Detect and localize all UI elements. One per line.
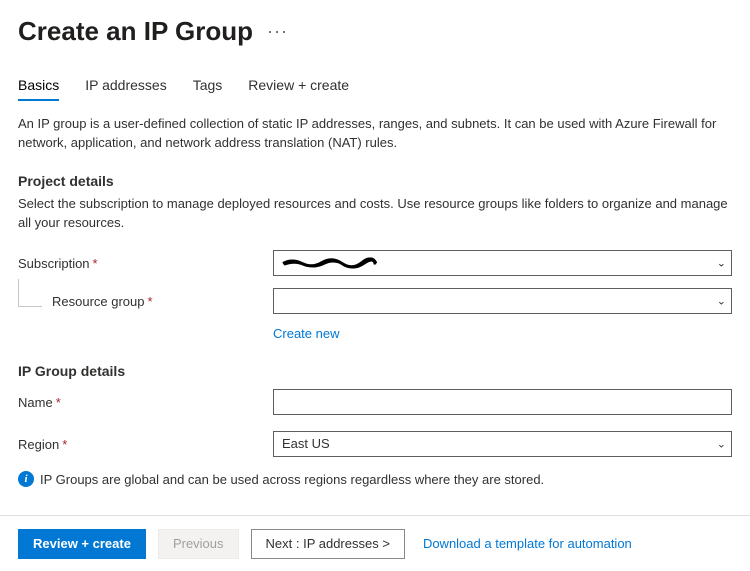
redacted-subscription-value — [282, 258, 377, 269]
subscription-label: Subscription* — [18, 256, 273, 271]
region-row: Region* East US ⌄ — [18, 431, 732, 457]
subscription-select[interactable] — [273, 250, 732, 276]
subscription-row: Subscription* ⌄ — [18, 250, 732, 276]
region-label: Region* — [18, 437, 273, 452]
tab-review-create[interactable]: Review + create — [248, 77, 349, 101]
name-input[interactable] — [273, 389, 732, 415]
create-new-link[interactable]: Create new — [273, 326, 339, 341]
page-header: Create an IP Group ··· — [18, 16, 732, 47]
tab-tags[interactable]: Tags — [193, 77, 223, 101]
info-icon: i — [18, 471, 34, 487]
resource-group-row: Resource group* ⌄ — [18, 288, 732, 314]
info-text: IP Groups are global and can be used acr… — [40, 472, 544, 487]
region-select[interactable]: East US — [273, 431, 732, 457]
intro-description: An IP group is a user-defined collection… — [18, 115, 732, 153]
info-row: i IP Groups are global and can be used a… — [18, 471, 732, 487]
required-icon: * — [56, 395, 61, 410]
required-icon: * — [93, 256, 98, 271]
required-icon: * — [62, 437, 67, 452]
more-options-icon[interactable]: ··· — [267, 21, 288, 42]
resource-group-label: Resource group* — [18, 294, 273, 309]
tabs: Basics IP addresses Tags Review + create — [18, 77, 732, 101]
ip-group-details-heading: IP Group details — [18, 363, 732, 379]
tab-ip-addresses[interactable]: IP addresses — [85, 77, 166, 101]
name-row: Name* — [18, 389, 732, 415]
name-label: Name* — [18, 395, 273, 410]
tab-basics[interactable]: Basics — [18, 77, 59, 101]
page-title: Create an IP Group — [18, 16, 253, 47]
footer-bar: Review + create Previous Next : IP addre… — [0, 515, 750, 571]
download-template-link[interactable]: Download a template for automation — [423, 536, 632, 551]
create-new-row: Create new — [18, 326, 732, 341]
next-button[interactable]: Next : IP addresses > — [251, 529, 405, 559]
hierarchy-connector-icon — [18, 279, 42, 307]
resource-group-select[interactable] — [273, 288, 732, 314]
review-create-button[interactable]: Review + create — [18, 529, 146, 559]
previous-button: Previous — [158, 529, 239, 559]
required-icon: * — [148, 294, 153, 309]
project-details-description: Select the subscription to manage deploy… — [18, 195, 732, 233]
project-details-heading: Project details — [18, 173, 732, 189]
